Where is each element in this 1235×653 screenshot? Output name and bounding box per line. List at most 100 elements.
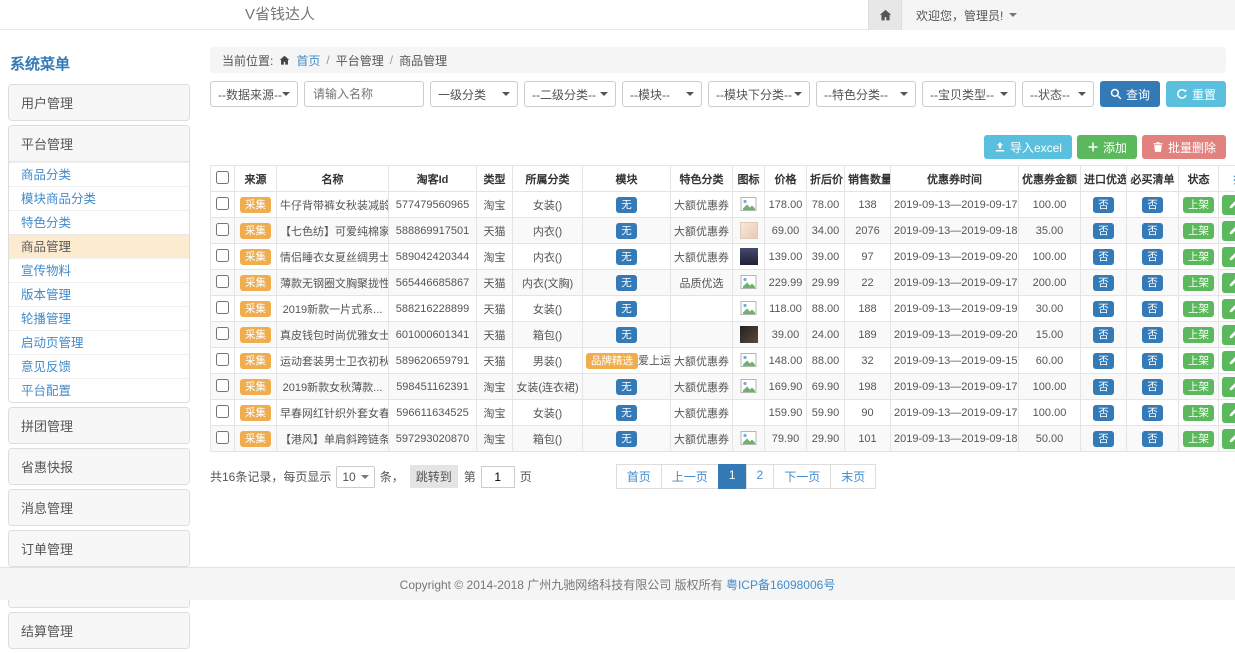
edit-button[interactable] bbox=[1222, 195, 1235, 215]
row-checkbox[interactable] bbox=[216, 197, 229, 210]
status-badge[interactable]: 上架 bbox=[1183, 275, 1214, 291]
must-buy-badge[interactable]: 否 bbox=[1142, 197, 1163, 213]
home-button[interactable] bbox=[868, 0, 902, 30]
import-badge[interactable]: 否 bbox=[1093, 301, 1114, 317]
edit-button[interactable] bbox=[1222, 351, 1235, 371]
row-checkbox[interactable] bbox=[216, 223, 229, 236]
import-badge[interactable]: 否 bbox=[1093, 379, 1114, 395]
sidebar-group-users[interactable]: 用户管理 bbox=[8, 84, 190, 121]
sidebar-item-promo-material[interactable]: 宣传物料 bbox=[9, 258, 189, 282]
add-button[interactable]: 添加 bbox=[1077, 135, 1137, 159]
per-page-select[interactable]: 10 bbox=[336, 466, 374, 488]
sidebar-group-message[interactable]: 消息管理 bbox=[8, 489, 190, 526]
must-buy-badge[interactable]: 否 bbox=[1142, 223, 1163, 239]
row-checkbox[interactable] bbox=[216, 431, 229, 444]
status-badge[interactable]: 上架 bbox=[1183, 353, 1214, 369]
module-sub-select[interactable]: --模块下分类-- bbox=[708, 81, 810, 107]
jump-button[interactable]: 跳转到 bbox=[410, 465, 458, 488]
must-buy-badge[interactable]: 否 bbox=[1142, 379, 1163, 395]
sidebar-group-cutoff-label[interactable]: 结算管理 bbox=[9, 613, 189, 648]
status-badge[interactable]: 上架 bbox=[1183, 327, 1214, 343]
sidebar-group-groupbuy[interactable]: 拼团管理 bbox=[8, 407, 190, 444]
search-button[interactable]: 查询 bbox=[1100, 81, 1160, 107]
sidebar-item-goods-category[interactable]: 商品分类 bbox=[9, 162, 189, 186]
edit-button[interactable] bbox=[1222, 299, 1235, 319]
icp-link[interactable]: 粤ICP备16098006号 bbox=[726, 576, 835, 593]
sidebar-item-carousel-manage[interactable]: 轮播管理 bbox=[9, 306, 189, 330]
item-type-select[interactable]: --宝贝类型-- bbox=[922, 81, 1016, 107]
sidebar-item-feature-category[interactable]: 特色分类 bbox=[9, 210, 189, 234]
sidebar-group-order-label[interactable]: 订单管理 bbox=[9, 531, 189, 566]
feature-category-select[interactable]: --特色分类-- bbox=[816, 81, 916, 107]
must-buy-badge[interactable]: 否 bbox=[1142, 327, 1163, 343]
import-badge[interactable]: 否 bbox=[1093, 353, 1114, 369]
user-menu[interactable]: 欢迎您，管理员! bbox=[902, 0, 1235, 30]
status-badge[interactable]: 上架 bbox=[1183, 405, 1214, 421]
sidebar-group-news[interactable]: 省惠快报 bbox=[8, 448, 190, 485]
status-badge[interactable]: 上架 bbox=[1183, 431, 1214, 447]
must-buy-badge[interactable]: 否 bbox=[1142, 353, 1163, 369]
row-checkbox[interactable] bbox=[216, 275, 229, 288]
sidebar-item-platform-config[interactable]: 平台配置 bbox=[9, 378, 189, 402]
sidebar-item-splash-manage[interactable]: 启动页管理 bbox=[9, 330, 189, 354]
edit-button[interactable] bbox=[1222, 273, 1235, 293]
import-badge[interactable]: 否 bbox=[1093, 223, 1114, 239]
sidebar-item-version-manage[interactable]: 版本管理 bbox=[9, 282, 189, 306]
edit-button[interactable] bbox=[1222, 429, 1235, 449]
edit-button[interactable] bbox=[1222, 247, 1235, 267]
sidebar-group-news-label[interactable]: 省惠快报 bbox=[9, 449, 189, 484]
must-buy-badge[interactable]: 否 bbox=[1142, 405, 1163, 421]
batch-delete-button[interactable]: 批量删除 bbox=[1142, 135, 1226, 159]
edit-button[interactable] bbox=[1222, 221, 1235, 241]
status-badge[interactable]: 上架 bbox=[1183, 223, 1214, 239]
data-source-select[interactable]: --数据来源-- bbox=[210, 81, 298, 107]
status-badge[interactable]: 上架 bbox=[1183, 301, 1214, 317]
row-checkbox[interactable] bbox=[216, 327, 229, 340]
must-buy-badge[interactable]: 否 bbox=[1142, 249, 1163, 265]
row-checkbox[interactable] bbox=[216, 405, 229, 418]
import-badge[interactable]: 否 bbox=[1093, 405, 1114, 421]
must-buy-badge[interactable]: 否 bbox=[1142, 431, 1163, 447]
select-all-checkbox[interactable] bbox=[216, 171, 229, 184]
edit-button[interactable] bbox=[1222, 325, 1235, 345]
pager-first[interactable]: 首页 bbox=[616, 464, 662, 489]
must-buy-badge[interactable]: 否 bbox=[1142, 301, 1163, 317]
import-badge[interactable]: 否 bbox=[1093, 249, 1114, 265]
status-select[interactable]: --状态-- bbox=[1022, 81, 1094, 107]
level1-category-select[interactable]: 一级分类 bbox=[430, 81, 518, 107]
sidebar-group-cutoff[interactable]: 结算管理 bbox=[8, 612, 190, 649]
breadcrumb-home-link[interactable]: 首页 bbox=[296, 52, 320, 69]
row-checkbox[interactable] bbox=[216, 301, 229, 314]
reset-button[interactable]: 重置 bbox=[1166, 81, 1226, 107]
sidebar-item-feedback[interactable]: 意见反馈 bbox=[9, 354, 189, 378]
row-checkbox[interactable] bbox=[216, 379, 229, 392]
level2-category-select[interactable]: --二级分类-- bbox=[524, 81, 616, 107]
import-badge[interactable]: 否 bbox=[1093, 197, 1114, 213]
import-badge[interactable]: 否 bbox=[1093, 275, 1114, 291]
import-badge[interactable]: 否 bbox=[1093, 327, 1114, 343]
sidebar-item-goods-manage[interactable]: 商品管理 bbox=[9, 234, 189, 258]
row-checkbox[interactable] bbox=[216, 353, 229, 366]
row-checkbox[interactable] bbox=[216, 249, 229, 262]
edit-button[interactable] bbox=[1222, 403, 1235, 423]
must-buy-badge[interactable]: 否 bbox=[1142, 275, 1163, 291]
sidebar-group-order[interactable]: 订单管理 bbox=[8, 530, 190, 567]
pager-page-2[interactable]: 2 bbox=[746, 464, 775, 489]
status-badge[interactable]: 上架 bbox=[1183, 197, 1214, 213]
pager-page-1[interactable]: 1 bbox=[718, 464, 747, 489]
import-excel-button[interactable]: 导入excel bbox=[984, 135, 1072, 159]
sidebar-group-groupbuy-label[interactable]: 拼团管理 bbox=[9, 408, 189, 443]
pager-last[interactable]: 末页 bbox=[830, 464, 876, 489]
jump-page-input[interactable] bbox=[481, 466, 515, 488]
edit-button[interactable] bbox=[1222, 377, 1235, 397]
import-badge[interactable]: 否 bbox=[1093, 431, 1114, 447]
sidebar-item-module-goods-category[interactable]: 模块商品分类 bbox=[9, 186, 189, 210]
status-badge[interactable]: 上架 bbox=[1183, 379, 1214, 395]
sidebar-group-platform-label[interactable]: 平台管理 bbox=[9, 126, 189, 162]
status-badge[interactable]: 上架 bbox=[1183, 249, 1214, 265]
sidebar-group-message-label[interactable]: 消息管理 bbox=[9, 490, 189, 525]
module-select[interactable]: --模块-- bbox=[622, 81, 702, 107]
pager-next[interactable]: 下一页 bbox=[773, 464, 831, 489]
sidebar-group-users-label[interactable]: 用户管理 bbox=[9, 85, 189, 120]
pager-prev[interactable]: 上一页 bbox=[661, 464, 719, 489]
